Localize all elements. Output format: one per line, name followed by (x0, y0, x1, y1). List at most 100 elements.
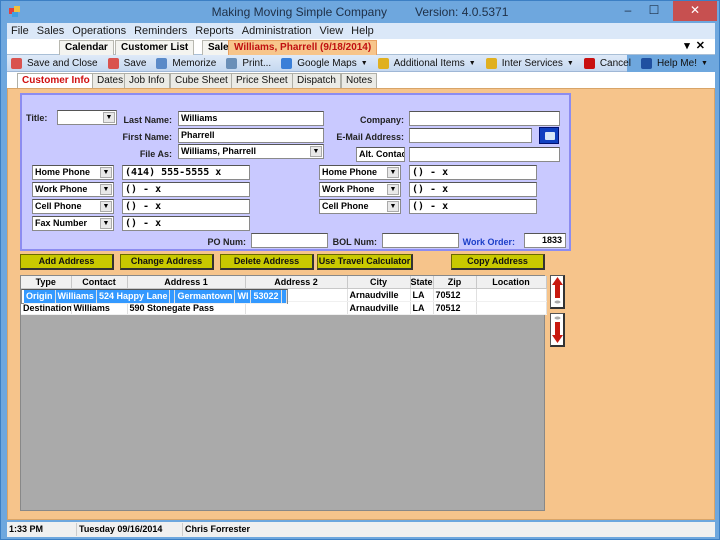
doc-tab-customer-list[interactable]: Customer List (115, 40, 195, 55)
change-address-button[interactable]: Change Address (120, 254, 214, 270)
toolbar-cancel-button[interactable]: Cancel (580, 57, 635, 69)
menu-reminders[interactable]: Reminders (130, 25, 191, 37)
column-header-state[interactable]: State (410, 276, 434, 289)
phone-number-input-3[interactable]: () - x (122, 199, 250, 214)
alt-phone-type-select-1[interactable]: Home Phone ▼ (319, 165, 401, 180)
bol-num-label: BOL Num: (332, 237, 377, 247)
tab-notes[interactable]: Notes (341, 73, 378, 88)
app-version: Version: 4.0.5371 (415, 5, 509, 19)
status-bar: 1:33 PM Tuesday 09/16/2014 Chris Forrest… (7, 522, 715, 537)
move-down-button[interactable] (550, 313, 565, 347)
alt-phone-number-input-3[interactable]: () - x (409, 199, 537, 214)
move-up-button[interactable] (550, 275, 565, 309)
po-num-input[interactable] (251, 233, 328, 248)
bol-num-input[interactable] (382, 233, 459, 248)
cell-location (476, 301, 547, 315)
toolbar-inter-services-button[interactable]: Inter Services ▼ (482, 57, 578, 69)
alt-phone-type-select-2[interactable]: Work Phone ▼ (319, 182, 401, 197)
phone-type-select-2[interactable]: Work Phone ▼ (32, 182, 114, 197)
doc-tab-controls: ▾✕ (684, 39, 711, 52)
cell-location (476, 288, 547, 302)
close-tab-icon[interactable]: ✕ (696, 40, 711, 52)
phone-type-value: Fax Number (35, 218, 88, 228)
phone-number-input-1[interactable]: (414) 555-5555 x (122, 165, 250, 180)
toolbar-button-label: Print... (242, 57, 272, 69)
column-header-type[interactable]: Type (21, 276, 72, 289)
title-bar: Making Moving Simple Company Version: 4.0… (1, 1, 719, 23)
column-header-city[interactable]: City (347, 276, 411, 289)
copy-address-button[interactable]: Copy Address (451, 254, 545, 270)
phone-type-value: Cell Phone (322, 201, 369, 211)
send-email-button[interactable] (539, 127, 559, 144)
tab-cube-sheet[interactable]: Cube Sheet (170, 73, 233, 88)
travel-calculator-button[interactable]: Use Travel Calculator (317, 254, 413, 270)
menu-administration[interactable]: Administration (238, 25, 316, 37)
doc-tab-customer-williams[interactable]: Williams, Pharrell (9/18/2014) (228, 40, 378, 55)
company-input[interactable] (409, 111, 560, 126)
phone-type-select-4[interactable]: Fax Number ▼ (32, 216, 114, 231)
menu-view[interactable]: View (316, 25, 348, 37)
chevron-down-icon[interactable]: ▼ (567, 60, 574, 67)
record-tabs: Customer Info Dates Job Info Cube Sheet … (7, 72, 715, 88)
toolbar-help-me-button[interactable]: Help Me! ▼ (637, 57, 712, 69)
company-label: Company: (359, 115, 404, 125)
menu-help[interactable]: Help (347, 25, 378, 37)
email-input[interactable] (409, 128, 532, 143)
document-tabs: Calendar Customer List Sales Person Cale… (7, 39, 715, 55)
chevron-down-icon[interactable]: ▼ (469, 60, 476, 67)
menu-reports[interactable]: Reports (191, 25, 238, 37)
toolbar-google-maps-button[interactable]: Google Maps ▼ (277, 57, 371, 69)
toolbar-save-button[interactable]: Save (104, 57, 151, 69)
tab-customer-info[interactable]: Customer Info (17, 73, 95, 88)
maximize-button[interactable]: ☐ (641, 1, 667, 21)
phone-type-select-1[interactable]: Home Phone ▼ (32, 165, 114, 180)
alt-phone-number-input-2[interactable]: () - x (409, 182, 537, 197)
tab-job-info[interactable]: Job Info (124, 73, 170, 88)
tab-dispatch[interactable]: Dispatch (292, 73, 341, 88)
column-header-address1[interactable]: Address 1 (127, 276, 246, 289)
column-header-zip[interactable]: Zip (433, 276, 477, 289)
cell-contact: Williams (55, 289, 97, 304)
delete-address-button[interactable]: Delete Address (220, 254, 314, 270)
globe-icon (281, 57, 293, 69)
address-row[interactable]: Origin Williams 524 Happy Lane Germantow… (21, 288, 288, 304)
chevron-down-icon[interactable]: ▼ (361, 60, 368, 67)
customer-info-panel: Title: ▼ Last Name: Williams First Name:… (7, 88, 715, 520)
column-header-contact[interactable]: Contact (71, 276, 128, 289)
chevron-down-icon[interactable]: ▼ (701, 60, 708, 67)
phone-type-value: Home Phone (35, 167, 91, 177)
column-header-location[interactable]: Location (476, 276, 547, 289)
chevron-down-icon: ▼ (100, 218, 112, 229)
toolbar-save-and-close-button[interactable]: Save and Close (7, 57, 102, 69)
last-name-input[interactable]: Williams (178, 111, 324, 126)
sparkle-icon (377, 57, 389, 69)
alt-phone-number-input-1[interactable]: () - x (409, 165, 537, 180)
phone-number-input-4[interactable]: () - x (122, 216, 250, 231)
alt-contact-input[interactable] (409, 147, 560, 162)
file-as-select[interactable]: Williams, Pharrell ▼ (178, 144, 324, 159)
address-grid-header: Type Contact Address 1 Address 2 City St… (21, 276, 547, 289)
title-select[interactable]: ▼ (57, 110, 117, 125)
column-header-address2[interactable]: Address 2 (245, 276, 348, 289)
chevron-down-icon: ▼ (100, 201, 112, 212)
cell-state: LA (410, 288, 434, 302)
last-name-label: Last Name: (123, 115, 172, 125)
tab-price-sheet[interactable]: Price Sheet (231, 73, 293, 88)
phone-type-select-3[interactable]: Cell Phone ▼ (32, 199, 114, 214)
alt-phone-type-select-3[interactable]: Cell Phone ▼ (319, 199, 401, 214)
phone-number-input-2[interactable]: () - x (122, 182, 250, 197)
toolbar-print-button[interactable]: Print... (222, 57, 275, 69)
menu-operations[interactable]: Operations (68, 25, 130, 37)
menu-sales[interactable]: Sales (33, 25, 69, 37)
first-name-input[interactable]: Pharrell (178, 128, 324, 143)
tab-dates[interactable]: Dates (92, 73, 129, 88)
doc-tab-calendar[interactable]: Calendar (59, 40, 114, 55)
toolbar-additional-items-button[interactable]: Additional Items ▼ (374, 57, 480, 69)
arrow-down-icon (552, 316, 563, 343)
add-address-button[interactable]: Add Address (20, 254, 114, 270)
menu-file[interactable]: File (7, 25, 33, 37)
close-button[interactable]: ✕ (673, 1, 717, 21)
minimize-button[interactable]: – (615, 1, 641, 21)
toolbar-memorize-button[interactable]: Memorize (152, 57, 220, 69)
tab-list-dropdown-icon[interactable]: ▾ (684, 40, 696, 52)
